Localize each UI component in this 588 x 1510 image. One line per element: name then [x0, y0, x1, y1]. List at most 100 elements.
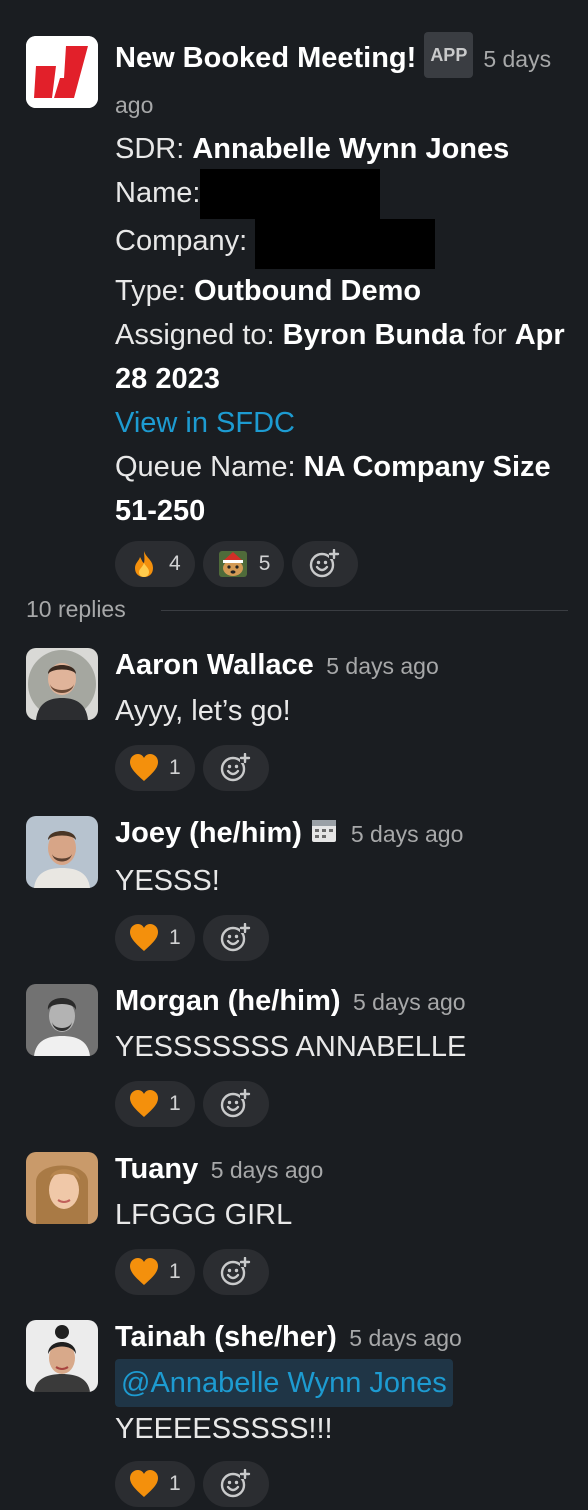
- reaction-count: 4: [169, 552, 181, 575]
- add-reaction-button[interactable]: [202, 1081, 269, 1127]
- redacted-company: [255, 219, 436, 269]
- replies-divider: 10 replies: [26, 596, 568, 626]
- reply-mention-line: @Annabelle Wynn Jones: [115, 1359, 568, 1407]
- user-photo-icon: [26, 1152, 98, 1224]
- reply-timestamp[interactable]: 5 days ago: [211, 1157, 324, 1183]
- reaction-orange-heart[interactable]: 1: [115, 915, 195, 961]
- reply-timestamp[interactable]: 5 days ago: [351, 821, 464, 847]
- reply-text: LFGGG GIRL: [115, 1199, 293, 1231]
- sdr-line: SDR: Annabelle Wynn Jones: [115, 127, 568, 171]
- queue-value: NA Company Size: [303, 451, 551, 483]
- reaction-count: 1: [169, 1472, 181, 1495]
- assigned-value: Byron Bunda: [282, 319, 465, 351]
- orange-heart-icon: [130, 1090, 158, 1117]
- calendar-icon: [310, 816, 338, 857]
- redacted-name: [200, 169, 381, 219]
- fire-emoji-icon: [135, 551, 153, 577]
- divider-rule: [161, 610, 568, 611]
- reaction-orange-heart[interactable]: 1: [115, 1461, 195, 1507]
- queue-label: Queue Name:: [115, 451, 304, 483]
- reactions-bar: 1: [115, 1249, 568, 1295]
- add-reaction-icon: [220, 753, 250, 782]
- reactions-bar: 1: [115, 1081, 568, 1127]
- reply-timestamp[interactable]: 5 days ago: [326, 653, 439, 679]
- reaction-count: 1: [169, 756, 181, 779]
- avatar[interactable]: [26, 648, 98, 720]
- add-reaction-button[interactable]: [202, 1461, 269, 1507]
- sfdc-link-line: View in SFDC: [115, 401, 568, 445]
- avatar[interactable]: [26, 1152, 98, 1224]
- reaction-count: 5: [258, 552, 271, 575]
- reactions-bar: 4 5: [115, 541, 568, 587]
- orange-heart-icon: [130, 754, 158, 781]
- bot-author-name[interactable]: New Booked Meeting!: [115, 42, 416, 74]
- user-photo-icon: [26, 984, 98, 1056]
- queue-value-cont: 51-250: [115, 495, 206, 527]
- reply-text: YEEEESSSSS!!!: [115, 1413, 333, 1445]
- view-in-sfdc-link[interactable]: View in SFDC: [115, 407, 295, 439]
- app-logo-avatar[interactable]: [26, 36, 98, 108]
- reply-timestamp[interactable]: 5 days ago: [349, 1325, 462, 1351]
- queue-line-cont: 51-250: [115, 489, 568, 533]
- reactions-bar: 1: [115, 745, 568, 791]
- type-label: Type:: [115, 275, 194, 307]
- app-logo-icon: [26, 36, 98, 108]
- name-label: Name:: [115, 177, 201, 209]
- add-reaction-button[interactable]: [292, 541, 359, 587]
- message-timestamp[interactable]: 5 days: [483, 46, 551, 72]
- reactions-bar: 1: [115, 1461, 568, 1507]
- reaction-orange-heart[interactable]: 1: [115, 1249, 195, 1295]
- add-reaction-icon: [310, 549, 340, 578]
- avatar[interactable]: [26, 984, 98, 1056]
- message-timestamp-cont[interactable]: ago: [115, 83, 568, 127]
- reply-text: YESSS!: [115, 865, 220, 897]
- reaction-count: 1: [169, 1260, 181, 1283]
- reply-author-name[interactable]: Tainah (she/her): [115, 1321, 337, 1353]
- add-reaction-button[interactable]: [202, 915, 269, 961]
- type-line: Type: Outbound Demo: [115, 269, 568, 313]
- reply-author-name[interactable]: Morgan (he/him): [115, 985, 341, 1017]
- assigned-date: Apr: [514, 319, 565, 351]
- dog-santa-hat-emoji-icon: [218, 551, 247, 577]
- queue-line: Queue Name: NA Company Size: [115, 445, 568, 489]
- reaction-dog-santa[interactable]: 5: [202, 541, 285, 587]
- reaction-fire[interactable]: 4: [115, 541, 195, 587]
- company-label: Company:: [115, 225, 248, 257]
- sdr-value: Annabelle Wynn Jones: [192, 133, 510, 165]
- add-reaction-button[interactable]: [202, 1249, 269, 1295]
- reply-author-name[interactable]: Joey (he/him): [115, 817, 302, 849]
- reply-author-name[interactable]: Tuany: [115, 1153, 198, 1185]
- add-reaction-icon: [220, 1089, 250, 1118]
- assigned-line: Assigned to: Byron Bunda for Apr: [115, 313, 568, 357]
- avatar[interactable]: [26, 1320, 98, 1392]
- reply-timestamp[interactable]: 5 days ago: [353, 989, 466, 1015]
- user-mention[interactable]: @Annabelle Wynn Jones: [115, 1359, 453, 1407]
- add-reaction-icon: [220, 1257, 250, 1286]
- user-photo-icon: [26, 816, 98, 888]
- reply-text: Ayyy, let’s go!: [115, 695, 291, 727]
- reaction-orange-heart[interactable]: 1: [115, 1081, 195, 1127]
- avatar[interactable]: [26, 816, 98, 888]
- type-value: Outbound Demo: [194, 275, 422, 307]
- app-badge: APP: [424, 32, 474, 78]
- replies-count: 10 replies: [26, 596, 126, 622]
- add-reaction-button[interactable]: [202, 745, 269, 791]
- name-line: Name:: [115, 169, 568, 219]
- company-line: Company:: [115, 219, 568, 269]
- sdr-label: SDR:: [115, 133, 193, 165]
- orange-heart-icon: [130, 1258, 158, 1285]
- reply-author-name[interactable]: Aaron Wallace: [115, 649, 314, 681]
- user-photo-icon: [26, 1320, 98, 1392]
- orange-heart-icon: [130, 924, 158, 951]
- reactions-bar: 1: [115, 915, 568, 961]
- reaction-orange-heart[interactable]: 1: [115, 745, 195, 791]
- for-word: for: [464, 319, 515, 351]
- reaction-count: 1: [169, 926, 181, 949]
- add-reaction-icon: [220, 923, 250, 952]
- reply-text: YESSSSSSS ANNABELLE: [115, 1031, 467, 1063]
- orange-heart-icon: [130, 1470, 158, 1497]
- assigned-date-cont-value: 28 2023: [115, 363, 220, 395]
- add-reaction-icon: [220, 1469, 250, 1498]
- user-photo-icon: [26, 648, 98, 720]
- reaction-count: 1: [169, 1092, 181, 1115]
